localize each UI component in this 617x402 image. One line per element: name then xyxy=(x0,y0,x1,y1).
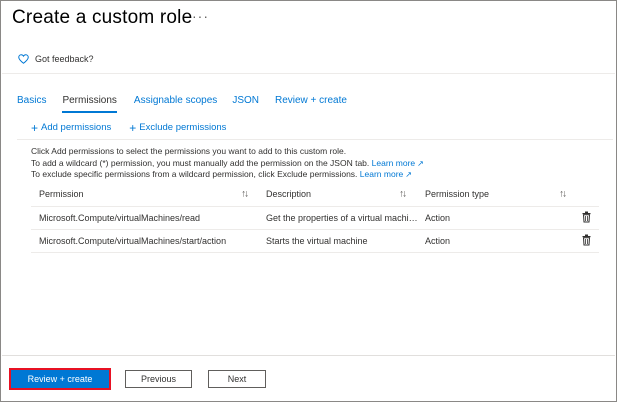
description-cell: Starts the virtual machine xyxy=(266,236,368,246)
add-permissions-button[interactable]: + Add permissions xyxy=(31,120,112,135)
permission-cell: Microsoft.Compute/virtualMachines/read xyxy=(39,213,201,223)
permission-type-cell: Action xyxy=(425,213,451,223)
permissions-table: Permission ↑↓ Description ↑↓ Permission … xyxy=(31,182,599,253)
external-link-icon: ↗ xyxy=(417,158,424,168)
tab-basics[interactable]: Basics xyxy=(17,95,46,113)
blade-header: Create a custom role ··· Got feedback? xyxy=(2,2,615,74)
trash-icon[interactable] xyxy=(582,234,591,248)
footer-divider xyxy=(2,355,615,356)
next-button[interactable]: Next xyxy=(208,370,266,388)
table-header: Permission ↑↓ Description ↑↓ Permission … xyxy=(31,182,599,207)
description-cell: Get the properties of a virtual machine xyxy=(266,213,418,223)
review-create-button[interactable]: Review + create xyxy=(9,368,111,390)
feedback-link[interactable]: Got feedback? xyxy=(18,54,94,64)
table-row: Microsoft.Compute/virtualMachines/read G… xyxy=(31,207,599,230)
learn-more-link[interactable]: Learn more xyxy=(360,169,403,179)
add-permissions-label: Add permissions xyxy=(41,122,112,133)
plus-icon: + xyxy=(129,120,137,135)
learn-more-link[interactable]: Learn more xyxy=(372,158,415,168)
sort-icon[interactable]: ↑↓ xyxy=(241,189,249,200)
column-header-permission-type: Permission type xyxy=(425,189,490,199)
plus-icon: + xyxy=(31,120,39,135)
column-header-description: Description xyxy=(266,189,312,199)
info-line-2: To add a wildcard (*) permission, you mu… xyxy=(31,157,424,168)
tab-strip: Basics Permissions Assignable scopes JSO… xyxy=(17,95,347,113)
info-line-3: To exclude specific permissions from a w… xyxy=(31,169,412,179)
create-custom-role-blade: Create a custom role ··· Got feedback? B… xyxy=(0,0,617,402)
page-title: Create a custom role xyxy=(12,7,193,28)
table-row: Microsoft.Compute/virtualMachines/start/… xyxy=(31,230,599,253)
heart-icon xyxy=(18,54,29,64)
sort-icon[interactable]: ↑↓ xyxy=(399,189,407,200)
tab-json[interactable]: JSON xyxy=(232,95,259,113)
sort-icon[interactable]: ↑↓ xyxy=(559,189,567,200)
more-options-button[interactable]: ··· xyxy=(192,8,209,24)
exclude-permissions-label: Exclude permissions xyxy=(139,122,227,133)
divider xyxy=(17,139,613,140)
external-link-icon: ↗ xyxy=(405,170,412,179)
feedback-label: Got feedback? xyxy=(35,54,94,64)
permission-type-cell: Action xyxy=(425,236,451,246)
command-bar: + Add permissions + Exclude permissions xyxy=(31,120,227,135)
column-header-permission: Permission xyxy=(39,189,84,199)
permission-cell: Microsoft.Compute/virtualMachines/start/… xyxy=(39,236,227,246)
tab-permissions[interactable]: Permissions xyxy=(62,95,118,113)
trash-icon[interactable] xyxy=(582,211,591,225)
exclude-permissions-button[interactable]: + Exclude permissions xyxy=(129,120,227,135)
tab-assignable-scopes[interactable]: Assignable scopes xyxy=(134,95,217,113)
info-line-1: Click Add permissions to select the perm… xyxy=(31,146,347,156)
previous-button[interactable]: Previous xyxy=(125,370,192,388)
tab-review-create[interactable]: Review + create xyxy=(275,95,347,113)
permissions-info-text: Click Add permissions to select the perm… xyxy=(31,146,424,181)
